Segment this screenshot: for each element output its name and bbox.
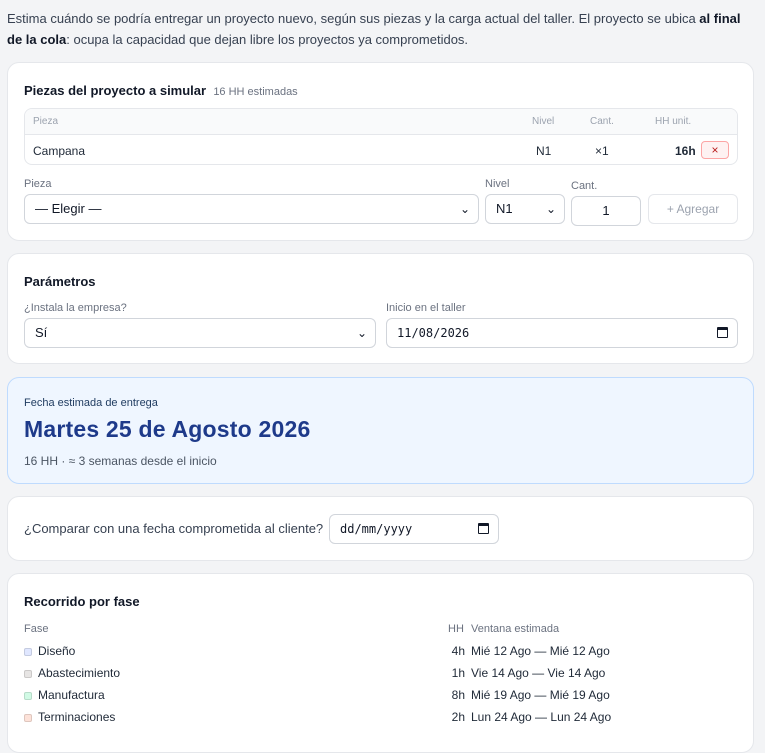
col-pieza: Pieza (33, 116, 59, 127)
pieza-label: Pieza (24, 178, 52, 190)
pieces-table-header: Pieza Nivel Cant. HH unit. (25, 109, 737, 135)
col-hh: HH (448, 623, 464, 635)
chevron-down-icon: ⌄ (459, 202, 470, 216)
phases-card: Recorrido por fase Fase HH Ventana estim… (7, 573, 754, 753)
instala-select-value: Sí (35, 325, 48, 340)
pieces-table: Pieza Nivel Cant. HH unit. Campana N1 ×1… (24, 108, 738, 165)
calendar-icon[interactable] (717, 327, 728, 338)
phase-hh: 1h (451, 666, 465, 680)
col-fase: Fase (24, 623, 49, 635)
pieza-select[interactable]: — Elegir — ⌄ (24, 194, 479, 224)
list-item: Abastecimiento 1h Vie 14 Ago — Vie 14 Ag… (8, 666, 753, 688)
remove-piece-button[interactable]: × (701, 141, 729, 159)
nivel-label: Nivel (485, 178, 510, 190)
compare-label: ¿Comparar con una fecha comprometida al … (24, 521, 324, 536)
instala-select[interactable]: Sí ⌄ (24, 318, 376, 348)
col-ventana: Ventana estimada (471, 623, 560, 635)
phase-name: Abastecimiento (38, 666, 121, 680)
cant-label: Cant. (571, 180, 598, 192)
params-card: Parámetros ¿Instala la empresa? Sí ⌄ Ini… (7, 253, 754, 364)
params-title: Parámetros (24, 274, 96, 289)
phase-color-swatch (24, 648, 32, 656)
phase-color-swatch (24, 692, 32, 700)
chevron-down-icon: ⌄ (356, 326, 367, 340)
phase-hh: 8h (451, 688, 465, 702)
col-hh-unit: HH unit. (655, 116, 692, 127)
phase-window: Mié 19 Ago — Mié 19 Ago (471, 688, 610, 702)
cant-input[interactable]: 1 (571, 196, 641, 226)
phase-hh: 4h (451, 644, 465, 658)
result-card: Fecha estimada de entrega Martes 25 de A… (7, 377, 754, 484)
pieces-card: Piezas del proyecto a simular 16 HH esti… (7, 62, 754, 241)
phase-window: Mié 12 Ago — Mié 12 Ago (471, 644, 610, 658)
col-nivel: Nivel (532, 116, 555, 127)
list-item: Terminaciones 2h Lun 24 Ago — Lun 24 Ago (8, 710, 753, 732)
phase-color-swatch (24, 670, 32, 678)
phase-window: Lun 24 Ago — Lun 24 Ago (471, 710, 612, 724)
compare-card: ¿Comparar con una fecha comprometida al … (7, 496, 754, 561)
phases-title: Recorrido por fase (24, 594, 140, 609)
row-hh: 16h (675, 144, 696, 158)
add-piece-button[interactable]: + Agregar (648, 194, 738, 224)
phase-window: Vie 14 Ago — Vie 14 Ago (471, 666, 606, 680)
phase-name: Manufactura (38, 688, 105, 702)
col-cant: Cant. (590, 116, 614, 127)
pieces-title: Piezas del proyecto a simular 16 HH esti… (24, 83, 298, 98)
list-item: Diseño 4h Mié 12 Ago — Mié 12 Ago (8, 644, 753, 666)
result-summary: 16 HH · ≈ 3 semanas desde el inicio (24, 454, 217, 468)
instala-label: ¿Instala la empresa? (24, 302, 127, 314)
inicio-date-input[interactable]: 11/08/2026 (386, 318, 738, 348)
nivel-select[interactable]: N1 ⌄ (485, 194, 565, 224)
list-item: Manufactura 8h Mié 19 Ago — Mié 19 Ago (8, 688, 753, 710)
result-label: Fecha estimada de entrega (24, 397, 158, 409)
cant-input-value: 1 (602, 203, 610, 218)
chevron-down-icon: ⌄ (545, 202, 556, 216)
pieces-title-text: Piezas del proyecto a simular (24, 83, 207, 98)
row-nivel: N1 (536, 144, 552, 158)
phase-name: Diseño (38, 644, 76, 658)
inicio-date-value: 11/08/2026 (397, 326, 470, 340)
intro-text: Estima cuándo se podría entregar un proy… (7, 8, 755, 50)
nivel-select-value: N1 (496, 201, 513, 216)
compare-date-placeholder: dd/mm/yyyy (340, 522, 413, 536)
pieces-estimate: 16 HH estimadas (213, 86, 298, 98)
calendar-icon[interactable] (478, 523, 489, 534)
intro-part: : ocupa la capacidad que dejan libre los… (66, 32, 469, 47)
compare-date-input[interactable]: dd/mm/yyyy (329, 514, 499, 544)
row-pieza: Campana (33, 144, 86, 158)
intro-part: Estima cuándo se podría entregar un proy… (7, 11, 700, 26)
phase-color-swatch (24, 714, 32, 722)
close-icon: × (711, 143, 719, 157)
row-cant: ×1 (595, 144, 609, 158)
result-date: Martes 25 de Agosto 2026 (24, 416, 311, 442)
pieza-select-value: — Elegir — (35, 201, 102, 216)
inicio-label: Inicio en el taller (386, 302, 466, 314)
phase-hh: 2h (451, 710, 465, 724)
phase-name: Terminaciones (38, 710, 116, 724)
